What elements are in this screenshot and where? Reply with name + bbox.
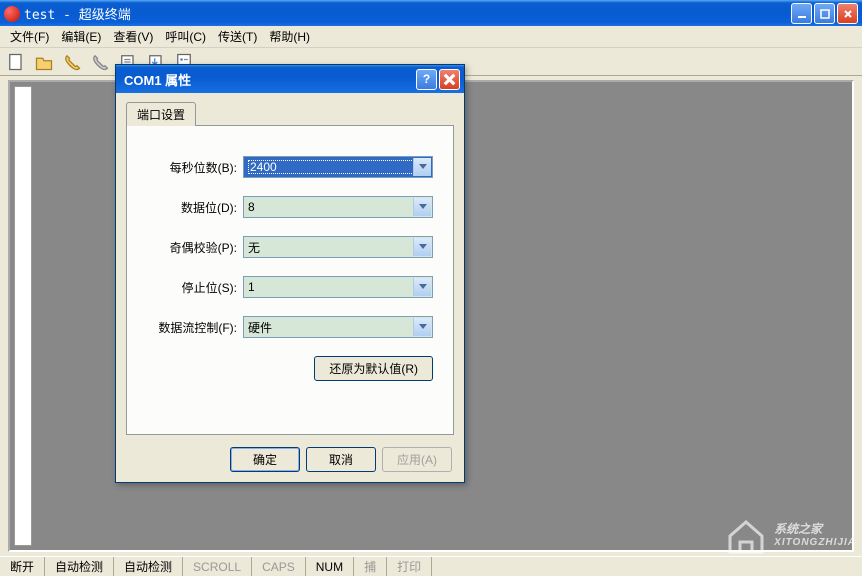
menu-view[interactable]: 查看(V) — [107, 26, 159, 47]
chevron-down-icon — [413, 198, 431, 216]
label-flow: 数据流控制(F): — [147, 319, 237, 336]
restore-row: 还原为默认值(R) — [147, 356, 433, 381]
select-databits[interactable]: 8 — [243, 196, 433, 218]
row-baud: 每秒位数(B): 2400 — [147, 156, 433, 178]
close-button[interactable] — [837, 3, 858, 24]
select-parity-value: 无 — [248, 239, 260, 256]
phone-connect-icon[interactable] — [62, 52, 82, 72]
apply-button: 应用(A) — [382, 447, 452, 472]
open-icon[interactable] — [34, 52, 54, 72]
maximize-button[interactable] — [814, 3, 835, 24]
select-baud[interactable]: 2400 — [243, 156, 433, 178]
restore-defaults-button[interactable]: 还原为默认值(R) — [314, 356, 433, 381]
label-parity: 奇偶校验(P): — [147, 239, 237, 256]
menu-help[interactable]: 帮助(H) — [263, 26, 316, 47]
select-baud-value: 2400 — [248, 160, 428, 174]
select-databits-value: 8 — [248, 200, 255, 214]
menu-bar: 文件(F) 编辑(E) 查看(V) 呼叫(C) 传送(T) 帮助(H) — [0, 26, 862, 48]
new-icon[interactable] — [6, 52, 26, 72]
dialog-close-button[interactable] — [439, 69, 460, 90]
select-flow-value: 硬件 — [248, 319, 272, 336]
chevron-down-icon — [413, 158, 431, 176]
row-databits: 数据位(D): 8 — [147, 196, 433, 218]
window-controls — [791, 3, 858, 24]
chevron-down-icon — [413, 238, 431, 256]
phone-disconnect-icon[interactable] — [90, 52, 110, 72]
minimize-button[interactable] — [791, 3, 812, 24]
menu-call[interactable]: 呼叫(C) — [159, 26, 212, 47]
label-stopbits: 停止位(S): — [147, 279, 237, 296]
select-stopbits[interactable]: 1 — [243, 276, 433, 298]
dialog-button-row: 确定 取消 应用(A) — [126, 447, 454, 472]
status-num: NUM — [306, 557, 354, 576]
status-caps: CAPS — [252, 557, 306, 576]
row-flow: 数据流控制(F): 硬件 — [147, 316, 433, 338]
window-title: test - 超级终端 — [24, 4, 791, 23]
dialog-title: COM1 属性 — [124, 70, 414, 89]
com-properties-dialog: COM1 属性 ? 端口设置 每秒位数(B): 2400 数据位(D): 8 — [115, 64, 465, 483]
chevron-down-icon — [413, 318, 431, 336]
dialog-body: 端口设置 每秒位数(B): 2400 数据位(D): 8 奇偶校验(P): — [116, 93, 464, 482]
status-capture: 捕 — [354, 557, 387, 576]
select-parity[interactable]: 无 — [243, 236, 433, 258]
status-print: 打印 — [387, 557, 432, 576]
row-stopbits: 停止位(S): 1 — [147, 276, 433, 298]
main-window-titlebar: test - 超级终端 — [0, 0, 862, 26]
tab-strip: 端口设置 — [126, 102, 454, 126]
status-connection: 断开 — [0, 557, 45, 576]
row-parity: 奇偶校验(P): 无 — [147, 236, 433, 258]
select-flow[interactable]: 硬件 — [243, 316, 433, 338]
menu-transfer[interactable]: 传送(T) — [212, 26, 263, 47]
select-stopbits-value: 1 — [248, 280, 255, 294]
dialog-help-button[interactable]: ? — [416, 69, 437, 90]
label-databits: 数据位(D): — [147, 199, 237, 216]
dialog-titlebar[interactable]: COM1 属性 ? — [116, 65, 464, 93]
menu-edit[interactable]: 编辑(E) — [55, 26, 107, 47]
status-scroll: SCROLL — [183, 557, 252, 576]
label-baud: 每秒位数(B): — [147, 159, 237, 176]
status-bar: 断开 自动检测 自动检测 SCROLL CAPS NUM 捕 打印 — [0, 556, 862, 576]
tab-port-settings[interactable]: 端口设置 — [126, 102, 196, 126]
app-icon — [4, 6, 20, 22]
menu-file[interactable]: 文件(F) — [4, 26, 55, 47]
tab-panel: 每秒位数(B): 2400 数据位(D): 8 奇偶校验(P): 无 — [126, 125, 454, 435]
ok-button[interactable]: 确定 — [230, 447, 300, 472]
terminal-output — [14, 86, 32, 546]
status-detect1: 自动检测 — [45, 557, 114, 576]
chevron-down-icon — [413, 278, 431, 296]
status-detect2: 自动检测 — [114, 557, 183, 576]
cancel-button[interactable]: 取消 — [306, 447, 376, 472]
